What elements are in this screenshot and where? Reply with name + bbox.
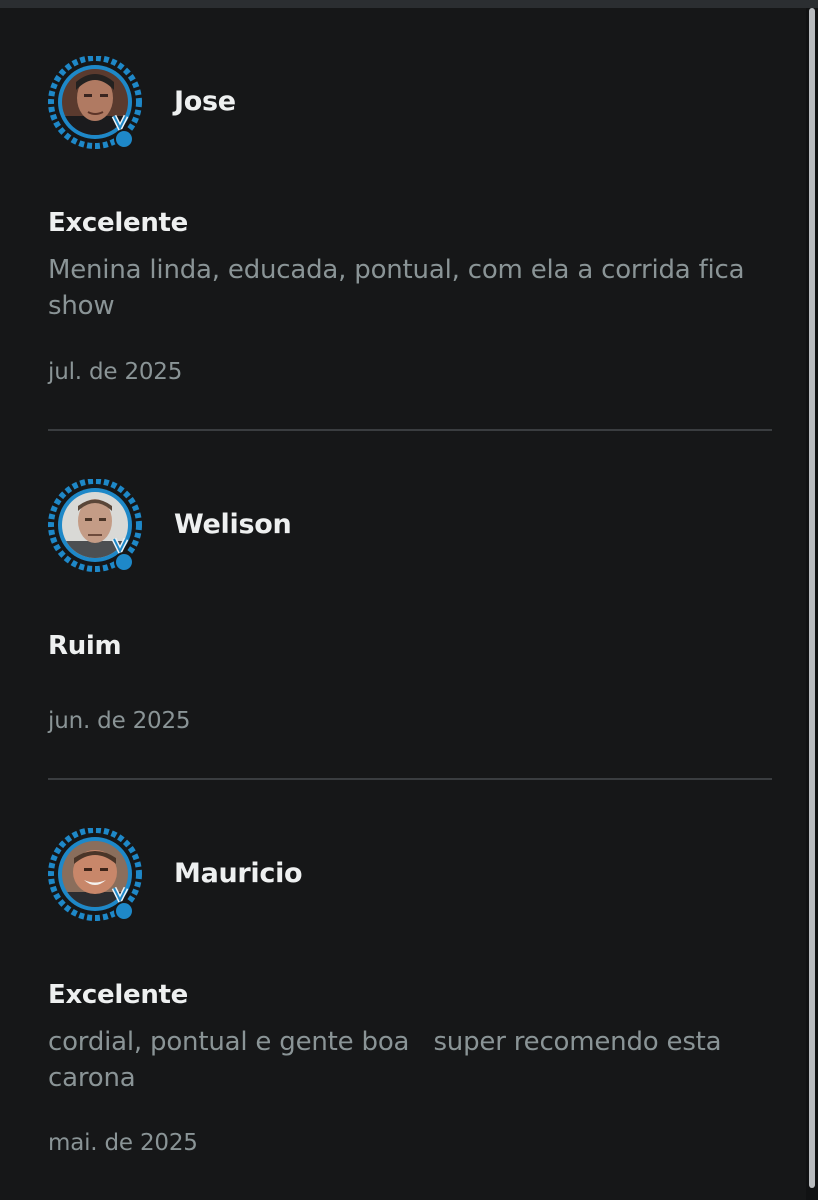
review-item: Jose Excelente Menina linda, educada, po…	[48, 56, 772, 396]
medal-icon	[111, 537, 134, 572]
avatar-laurel-frame	[48, 479, 142, 572]
review-comment: Menina linda, educada, pontual, com ela …	[48, 255, 745, 321]
reviewer-name[interactable]: Jose	[174, 86, 236, 117]
rating-label: Excelente	[48, 208, 188, 238]
review-date: mai. de 2025	[48, 1130, 198, 1156]
scrollbar[interactable]	[806, 8, 818, 1200]
review-date: jul. de 2025	[48, 359, 183, 385]
review-item: Mauricio Excelente cordial, pontual e ge…	[48, 828, 772, 1168]
avatar-laurel-frame	[48, 828, 142, 921]
user-avatar[interactable]	[48, 56, 144, 152]
rating-label: Excelente	[48, 980, 188, 1010]
user-avatar[interactable]	[48, 479, 144, 575]
reviewer-name[interactable]: Welison	[174, 509, 292, 540]
window-top-bar	[0, 0, 818, 8]
medal-icon	[111, 886, 134, 921]
review-date: jun. de 2025	[48, 708, 191, 734]
rating-label: Ruim	[48, 631, 122, 661]
review-item: Welison Ruim jun. de 2025	[48, 479, 772, 749]
avatar-laurel-frame	[48, 56, 142, 149]
review-comment: cordial, pontual e gente boa super recom…	[48, 1027, 730, 1093]
reviewer-name[interactable]: Mauricio	[174, 858, 303, 889]
scrollbar-thumb[interactable]	[809, 8, 815, 1188]
review-divider	[48, 429, 772, 431]
review-divider	[48, 778, 772, 780]
user-avatar[interactable]	[48, 828, 144, 924]
medal-icon	[111, 114, 134, 149]
